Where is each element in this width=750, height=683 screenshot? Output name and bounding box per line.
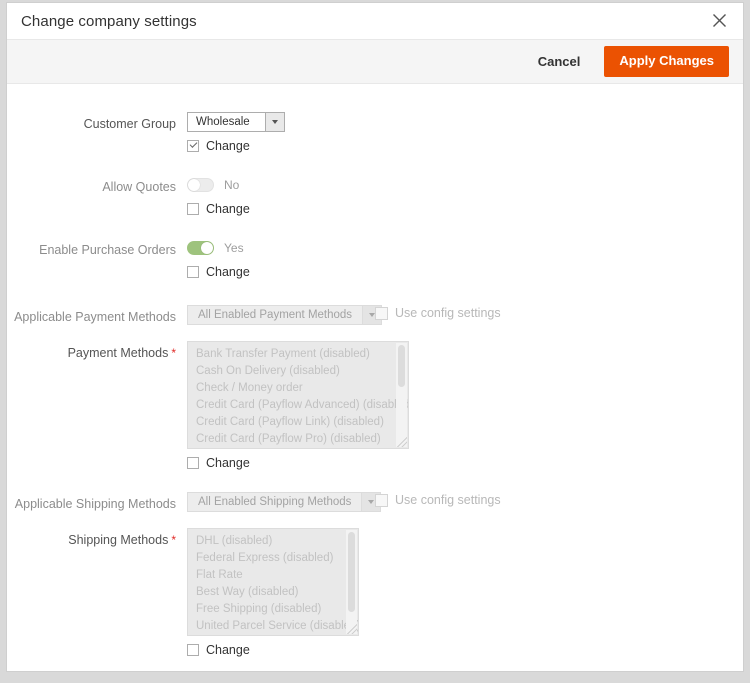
modal-action-toolbar: Cancel Apply Changes [7,39,743,84]
enable-purchase-orders-toggle[interactable] [187,241,214,255]
cancel-button[interactable]: Cancel [528,48,591,75]
customer-group-value: Wholesale [196,116,250,128]
list-item[interactable]: Flat Rate [188,567,358,584]
list-item[interactable]: United Parcel Service (disabled) [188,618,358,635]
enable-purchase-orders-toggle-state: Yes [224,241,244,255]
allow-quotes-change-label: Change [206,202,250,216]
allow-quotes-toggle-state: No [224,178,240,192]
change-company-settings-modal: Change company settings Cancel Apply Cha… [6,2,744,672]
applicable-shipping-methods-label: Applicable Shipping Methods [14,497,176,511]
enable-purchase-orders-label: Enable Purchase Orders [39,243,176,257]
list-item[interactable]: Credit Card (Payflow Pro) (disabled) [188,431,408,448]
required-marker: * [171,346,176,360]
allow-quotes-toggle-row: No [187,175,743,195]
field-customer-group: Customer Group Wholesale Change [7,112,743,153]
allow-quotes-change-checkbox[interactable] [187,203,199,215]
customer-group-select[interactable]: Wholesale [187,112,285,132]
chevron-down-icon[interactable] [265,113,284,131]
apply-changes-button[interactable]: Apply Changes [604,46,729,77]
shipping-methods-option-list: DHL (disabled) Federal Express (disabled… [188,529,358,635]
list-item[interactable]: Free Shipping (disabled) [188,601,358,618]
list-item[interactable]: Best Way (disabled) [188,584,358,601]
payment-use-config-label: Use config settings [395,306,501,320]
payment-methods-change-label: Change [206,456,250,470]
list-item[interactable]: Credit Card (Payflow Link) (disabled) [188,414,408,431]
close-icon[interactable] [705,6,733,34]
scrollbar-thumb[interactable] [348,532,355,612]
list-item[interactable]: DHL (disabled) [188,533,358,550]
payment-methods-change-row[interactable]: Change [187,456,743,470]
field-shipping-methods: Shipping Methods * DHL (disabled) Federal… [7,528,743,657]
allow-quotes-toggle[interactable] [187,178,214,192]
resize-handle-icon[interactable] [347,624,357,634]
list-item[interactable]: Cash On Delivery (disabled) [188,363,408,380]
payment-methods-change-checkbox[interactable] [187,457,199,469]
applicable-payment-methods-value: All Enabled Payment Methods [198,309,353,321]
list-item[interactable]: Credit Card (Payflow Advanced) (disabled… [188,397,408,414]
enable-purchase-orders-change-row[interactable]: Change [187,265,743,279]
list-item[interactable]: Federal Express (disabled) [188,550,358,567]
applicable-shipping-methods-select[interactable]: All Enabled Shipping Methods [187,492,382,512]
shipping-use-config-row[interactable]: Use config settings [375,493,501,507]
field-allow-quotes: Allow Quotes No Change [7,175,743,216]
enable-purchase-orders-change-checkbox[interactable] [187,266,199,278]
modal-body: Customer Group Wholesale Change Allow Qu… [7,84,743,657]
customer-group-change-row[interactable]: Change [187,139,743,153]
applicable-payment-methods-select[interactable]: All Enabled Payment Methods [187,305,383,325]
list-item[interactable]: Bank Transfer Payment (disabled) [188,346,408,363]
resize-handle-icon[interactable] [397,437,407,447]
shipping-methods-change-checkbox[interactable] [187,644,199,656]
field-enable-purchase-orders: Enable Purchase Orders Yes Change [7,238,743,279]
shipping-methods-label-text: Shipping Methods [68,533,169,547]
required-marker: * [171,533,176,547]
customer-group-change-checkbox[interactable] [187,140,199,152]
shipping-methods-label: Shipping Methods * [7,528,187,550]
payment-use-config-row[interactable]: Use config settings [375,306,501,320]
shipping-methods-change-row[interactable]: Change [187,643,743,657]
enable-purchase-orders-change-label: Change [206,265,250,279]
field-applicable-shipping-methods: Applicable Shipping Methods All Enabled … [7,492,743,514]
payment-methods-label-text: Payment Methods [67,346,169,360]
payment-use-config-checkbox[interactable] [375,306,388,320]
payment-methods-scrollbar[interactable] [396,343,407,447]
payment-methods-option-list: Bank Transfer Payment (disabled) Cash On… [188,342,408,448]
enable-purchase-orders-toggle-row: Yes [187,238,743,258]
customer-group-label: Customer Group [83,117,176,131]
list-item[interactable]: Check / Money order [188,380,408,397]
shipping-methods-change-label: Change [206,643,250,657]
allow-quotes-label: Allow Quotes [102,180,176,194]
applicable-payment-methods-label: Applicable Payment Methods [14,310,176,324]
customer-group-change-label: Change [206,139,250,153]
allow-quotes-change-row[interactable]: Change [187,202,743,216]
payment-methods-multiselect[interactable]: Bank Transfer Payment (disabled) Cash On… [187,341,409,449]
shipping-use-config-checkbox[interactable] [375,493,388,507]
shipping-methods-scrollbar[interactable] [346,530,357,634]
shipping-use-config-label: Use config settings [395,493,501,507]
shipping-methods-multiselect[interactable]: DHL (disabled) Federal Express (disabled… [187,528,359,636]
scrollbar-thumb[interactable] [398,345,405,387]
applicable-shipping-methods-value: All Enabled Shipping Methods [198,496,352,508]
payment-methods-label: Payment Methods * [7,341,187,363]
modal-title: Change company settings [21,12,197,30]
field-applicable-payment-methods: Applicable Payment Methods All Enabled P… [7,305,743,327]
modal-header: Change company settings [7,3,743,39]
field-payment-methods: Payment Methods * Bank Transfer Payment (… [7,341,743,470]
